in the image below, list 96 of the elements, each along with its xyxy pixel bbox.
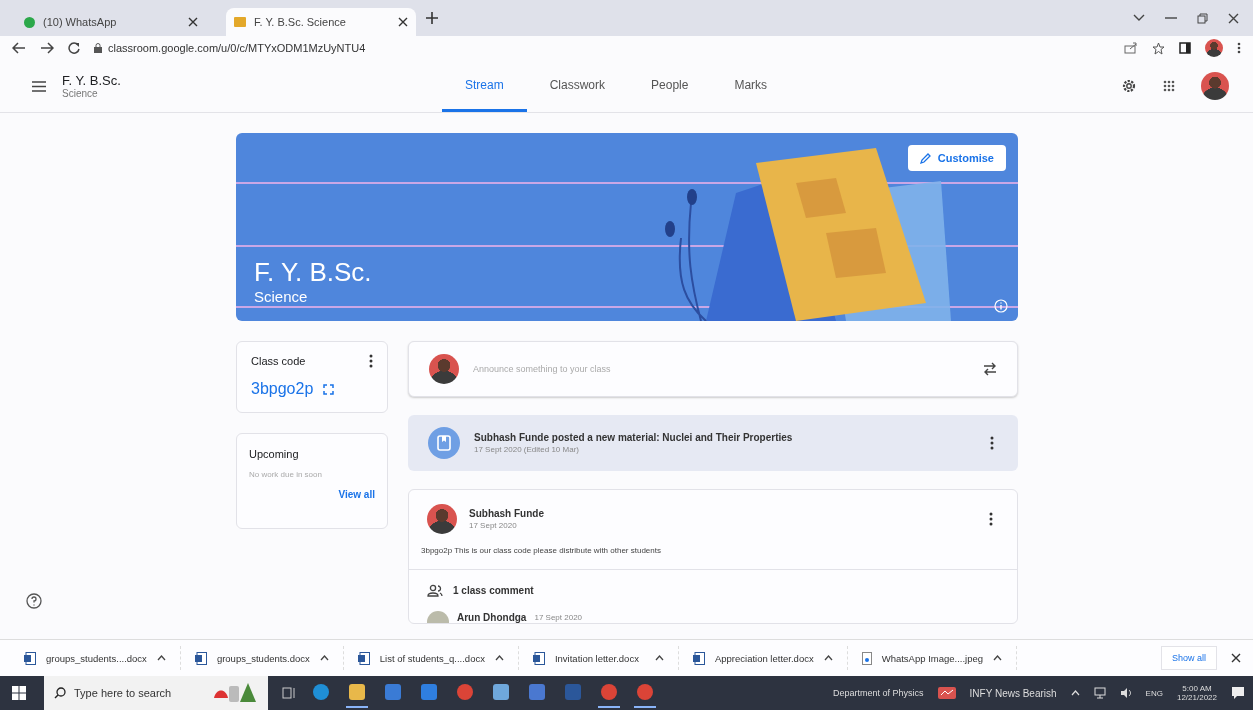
- windows-start-icon[interactable]: [12, 686, 26, 700]
- restore-icon[interactable]: [1197, 12, 1208, 24]
- speaker-icon[interactable]: [1119, 687, 1132, 699]
- avatar-icon: [427, 504, 457, 534]
- chevron-down-icon[interactable]: [1133, 14, 1145, 22]
- comment-count-link[interactable]: 1 class comment: [453, 585, 534, 596]
- chevron-up-icon: [319, 655, 329, 661]
- comment-date: 17 Sept 2020: [534, 612, 583, 622]
- avatar-icon[interactable]: [1201, 72, 1229, 100]
- notification-icon[interactable]: [1231, 686, 1245, 700]
- info-icon[interactable]: [994, 299, 1008, 313]
- class-subtitle: Science: [62, 88, 99, 99]
- toolbar-label[interactable]: Department of Physics: [833, 688, 924, 698]
- upcoming-message: No work due in soon: [249, 470, 323, 479]
- material-icon: [428, 427, 460, 459]
- download-item[interactable]: List of students_q....docx: [353, 646, 519, 670]
- nav-tab[interactable]: Classwork: [526, 60, 629, 112]
- post-body: 3bpgo2p This is our class code please distribute with other students: [421, 546, 662, 555]
- banner-title: F. Y. B.Sc.: [254, 257, 372, 288]
- document-icon: [532, 651, 545, 665]
- avatar-icon[interactable]: [1205, 39, 1223, 57]
- side-panel-icon[interactable]: [1179, 42, 1191, 54]
- document-icon: [194, 651, 207, 665]
- comment-author: Arun Dhondga: [457, 611, 527, 623]
- show-all-button[interactable]: Show all: [1160, 646, 1217, 670]
- taskbar-search-field[interactable]: Type here to search: [44, 676, 268, 710]
- chevron-up-icon: [823, 655, 833, 661]
- chevron-up-icon: [156, 655, 166, 661]
- close-icon[interactable]: [398, 17, 408, 27]
- chevron-up-icon: [993, 655, 1003, 661]
- view-all-link[interactable]: View all: [338, 489, 375, 500]
- lock-icon: [94, 43, 102, 53]
- back-icon[interactable]: [12, 42, 26, 54]
- help-icon[interactable]: [26, 593, 42, 609]
- language-indicator[interactable]: ENG: [1145, 688, 1163, 698]
- chevron-up-icon: [494, 655, 504, 661]
- close-icon[interactable]: [1228, 12, 1239, 24]
- download-item[interactable]: groups_students....docx: [20, 646, 181, 670]
- class-code: 3bpgo2p: [251, 380, 314, 398]
- banner-subtitle: Science: [254, 288, 309, 305]
- menu-icon[interactable]: [32, 80, 46, 92]
- document-icon: [692, 651, 705, 665]
- reload-icon[interactable]: [68, 42, 80, 54]
- download-item[interactable]: Invitation letter.docx: [528, 646, 679, 670]
- image-file-icon: [861, 651, 872, 665]
- network-icon[interactable]: [1093, 687, 1106, 699]
- document-icon: [24, 651, 36, 665]
- star-icon[interactable]: [1152, 41, 1165, 55]
- material-post[interactable]: Subhash Funde posted a new material: Nuclei and Their Properties 17 Sept 2020 (Edited 10 Mar): [408, 415, 1018, 471]
- browser-tab[interactable]: F. Y. B.Sc. Science: [226, 8, 416, 36]
- material-title: Subhash Funde posted a new material: Nuclei and Their Properties: [474, 432, 794, 443]
- download-item[interactable]: WhatsApp Image....jpeg: [857, 646, 1018, 670]
- forward-icon[interactable]: [40, 42, 54, 54]
- more-icon[interactable]: [369, 354, 373, 368]
- search-icon: [54, 687, 66, 699]
- nav-tab[interactable]: Marks: [711, 60, 791, 112]
- share-icon[interactable]: [1124, 42, 1138, 54]
- class-title: F. Y. B.Sc.: [62, 73, 122, 88]
- document-icon: [357, 651, 370, 665]
- new-tab-icon[interactable]: [426, 12, 438, 24]
- settings-icon[interactable]: [1121, 78, 1137, 94]
- upcoming-title: Upcoming: [249, 448, 300, 460]
- more-icon[interactable]: [989, 512, 993, 526]
- news-icon: [937, 687, 956, 699]
- holiday-decoration-drawing: [212, 682, 258, 704]
- material-date: 17 Sept 2020 (Edited 10 Mar): [474, 445, 580, 454]
- news-ticker[interactable]: INFY News Bearish: [969, 687, 1057, 699]
- pencil-icon: [919, 152, 931, 164]
- post-date: 17 Sept 2020: [469, 521, 518, 530]
- download-item[interactable]: groups_students.docx: [190, 646, 344, 670]
- clock-date[interactable]: 12/21/2022: [1176, 693, 1217, 702]
- fullscreen-icon[interactable]: [323, 383, 335, 395]
- more-icon[interactable]: [990, 436, 994, 450]
- nav-tab[interactable]: People: [628, 60, 712, 112]
- customise-button[interactable]: Customise: [907, 145, 1006, 171]
- close-icon[interactable]: [188, 17, 198, 27]
- apps-grid-icon[interactable]: [1163, 80, 1175, 92]
- chat-favicon-icon: [24, 16, 35, 28]
- more-icon[interactable]: [1237, 42, 1241, 54]
- chevron-up-icon: [654, 655, 664, 661]
- announce-placeholder: Announce something to your class: [473, 364, 612, 374]
- nav-tab[interactable]: Stream: [442, 60, 527, 112]
- classroom-favicon-icon: [234, 17, 246, 27]
- download-item[interactable]: Appreciation letter.docx: [688, 646, 848, 670]
- people-icon: [427, 584, 443, 597]
- avatar-icon: [427, 611, 449, 623]
- clock-time[interactable]: 5:00 AM: [1182, 684, 1212, 693]
- class-code-label: Class code: [251, 355, 306, 367]
- avatar-icon: [429, 354, 459, 384]
- close-icon[interactable]: [1231, 653, 1241, 663]
- post-author: Subhash Funde: [469, 508, 545, 519]
- swap-arrows-icon[interactable]: [983, 362, 997, 376]
- task-view-icon[interactable]: [282, 687, 296, 699]
- browser-tab[interactable]: (10) WhatsApp: [16, 8, 206, 36]
- chevron-up-icon[interactable]: [1070, 690, 1080, 696]
- address-field[interactable]: classroom.google.com/u/0/c/MTYxODM1MzUyNTU4: [94, 42, 366, 54]
